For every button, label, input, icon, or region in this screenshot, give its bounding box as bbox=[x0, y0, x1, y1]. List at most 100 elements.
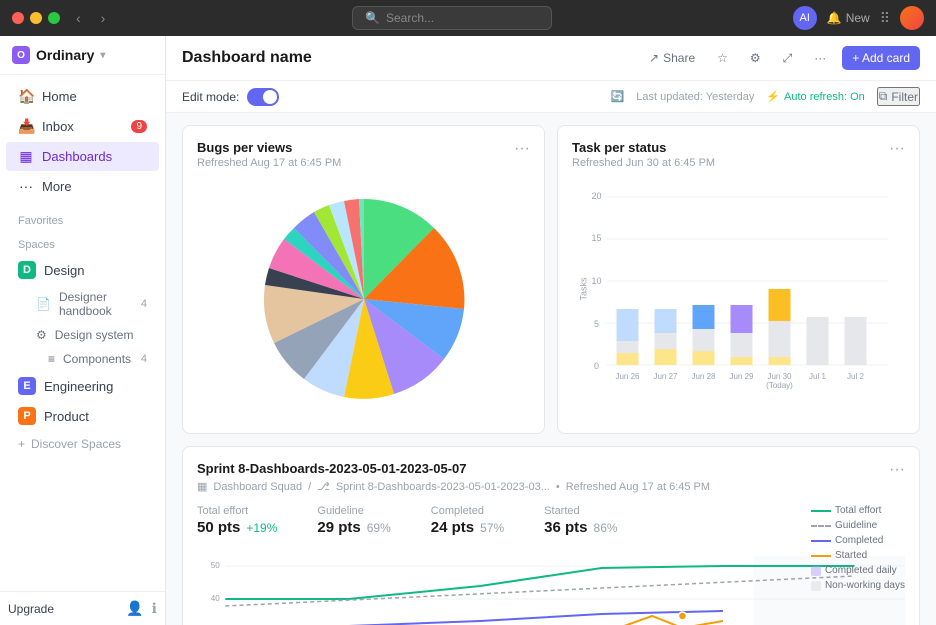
search-icon: 🔍 bbox=[365, 11, 380, 25]
sprint-meta: ▦ Dashboard Squad / ⎇ Sprint 8-Dashboard… bbox=[197, 480, 710, 493]
ai-badge[interactable]: AI bbox=[793, 6, 817, 30]
more-options-button[interactable]: ··· bbox=[808, 47, 832, 69]
auto-refresh-label: Auto refresh: On bbox=[784, 91, 865, 103]
sidebar-item-design[interactable]: D Design bbox=[6, 256, 159, 284]
nav-forward-button[interactable]: › bbox=[95, 8, 112, 28]
chevron-down-icon: ▾ bbox=[100, 50, 105, 61]
stat-completed-change: 57% bbox=[480, 521, 504, 535]
refresh-icon: 🔄 bbox=[611, 90, 625, 103]
upgrade-button[interactable]: Upgrade bbox=[8, 602, 54, 616]
legend-total-effort: Total effort bbox=[811, 505, 905, 516]
more-label: More bbox=[42, 179, 72, 194]
close-button[interactable] bbox=[12, 12, 24, 24]
bugs-chart-title: Bugs per views bbox=[197, 140, 341, 155]
user-icon[interactable]: 👤 bbox=[126, 600, 143, 617]
legend-non-working-box bbox=[811, 581, 821, 591]
task-chart-subtitle: Refreshed Jun 30 at 6:45 PM bbox=[572, 157, 715, 169]
star-button[interactable]: ☆ bbox=[711, 47, 734, 69]
settings-icon: ⚙ bbox=[36, 328, 47, 342]
task-chart-title: Task per status bbox=[572, 140, 715, 155]
stat-completed: Completed 24 pts 57% bbox=[431, 505, 504, 536]
home-icon: 🏠 bbox=[18, 88, 34, 105]
edit-mode-label: Edit mode: bbox=[182, 90, 239, 104]
main-header: Dashboard name ↗ Share ☆ ⚙ ⤢ ··· + bbox=[166, 36, 936, 81]
discover-spaces[interactable]: + Discover Spaces bbox=[6, 432, 159, 456]
legend-completed-daily-box bbox=[811, 566, 821, 576]
sidebar-item-components[interactable]: ≡ Components 4 bbox=[6, 348, 159, 370]
dashboard-title: Dashboard name bbox=[182, 49, 312, 67]
toolbar: Edit mode: 🔄 Last updated: Yesterday ⚡ A… bbox=[166, 81, 936, 113]
gear-icon: ⚙ bbox=[750, 51, 761, 65]
expand-button[interactable]: ⤢ bbox=[777, 47, 799, 70]
new-button[interactable]: 🔔 New bbox=[827, 11, 870, 25]
svg-text:0: 0 bbox=[594, 361, 599, 371]
share-icon: ↗ bbox=[649, 51, 659, 65]
settings-button[interactable]: ⚙ bbox=[744, 47, 767, 69]
share-button[interactable]: ↗ Share bbox=[643, 47, 701, 69]
sidebar-item-more[interactable]: ··· More bbox=[6, 172, 159, 200]
sprint-separator: • bbox=[556, 481, 560, 493]
bar-jun29-purple bbox=[731, 305, 753, 333]
nav-back-button[interactable]: ‹ bbox=[70, 8, 87, 28]
filter-button[interactable]: ⧉ Filter bbox=[877, 87, 920, 106]
app-layout: O Ordinary ▾ 🏠 Home 📥 Inbox 9 ▦ Dashboar… bbox=[0, 36, 936, 625]
bar-jun30-yellow bbox=[769, 357, 791, 365]
toggle-switch[interactable] bbox=[247, 88, 279, 106]
svg-text:Jun 28: Jun 28 bbox=[691, 372, 716, 381]
search-bar[interactable]: 🔍 Search... bbox=[352, 6, 552, 30]
svg-text:Jul 2: Jul 2 bbox=[847, 372, 864, 381]
sprint-branch-icon: ⎇ bbox=[317, 480, 330, 493]
stat-started-label: Started bbox=[544, 505, 617, 517]
svg-text:Tasks: Tasks bbox=[579, 277, 589, 301]
sidebar-item-engineering[interactable]: E Engineering bbox=[6, 372, 159, 400]
sprint-stats: Total effort 50 pts +19% Guideline 29 pt… bbox=[197, 505, 618, 536]
legend-started: Started bbox=[811, 550, 905, 561]
bar-jun29-yellow bbox=[731, 357, 753, 365]
sidebar-item-dashboards[interactable]: ▦ Dashboards bbox=[6, 142, 159, 171]
sidebar-item-inbox[interactable]: 📥 Inbox 9 bbox=[6, 112, 159, 141]
legend-completed: Completed bbox=[811, 535, 905, 546]
window-controls bbox=[12, 12, 60, 24]
product-space-icon: P bbox=[18, 407, 36, 425]
design-label: Design bbox=[44, 263, 84, 278]
started-dot bbox=[678, 612, 686, 620]
task-chart-more-button[interactable]: ··· bbox=[889, 140, 905, 158]
task-bar-chart: 20 15 10 5 0 Tasks bbox=[572, 179, 905, 419]
sidebar-item-product[interactable]: P Product bbox=[6, 402, 159, 430]
sidebar-item-home[interactable]: 🏠 Home bbox=[6, 82, 159, 111]
components-label: Components bbox=[63, 352, 131, 366]
stat-started-change: 86% bbox=[594, 521, 618, 535]
legend-completed-label: Completed bbox=[835, 535, 883, 546]
stat-guideline: Guideline 29 pts 69% bbox=[317, 505, 390, 536]
sprint-meta2: Sprint 8-Dashboards-2023-05-01-2023-03..… bbox=[336, 481, 550, 493]
svg-text:Jun 27: Jun 27 bbox=[653, 372, 678, 381]
legend-non-working: Non-working days bbox=[811, 580, 905, 591]
bar-jun26-yellow bbox=[617, 353, 639, 365]
maximize-button[interactable] bbox=[48, 12, 60, 24]
titlebar: ‹ › 🔍 Search... AI 🔔 New ⠿ bbox=[0, 0, 936, 36]
sidebar-item-design-system[interactable]: ⚙ Design system bbox=[6, 324, 159, 346]
bugs-chart-more-button[interactable]: ··· bbox=[514, 140, 530, 158]
main-content: Dashboard name ↗ Share ☆ ⚙ ⤢ ··· + bbox=[166, 36, 936, 625]
sidebar-logo[interactable]: O Ordinary ▾ bbox=[12, 46, 105, 64]
sprint-line-chart: 50 40 30 bbox=[197, 556, 905, 625]
sprint-more-button[interactable]: ··· bbox=[889, 461, 905, 479]
dashboard-squad-icon: ▦ bbox=[197, 480, 207, 493]
help-icon[interactable]: ℹ bbox=[152, 600, 157, 617]
expand-icon: ⤢ bbox=[783, 51, 793, 66]
sidebar-header: O Ordinary ▾ bbox=[0, 36, 165, 75]
add-card-button[interactable]: + Add card bbox=[842, 46, 920, 70]
legend-guideline-line bbox=[811, 525, 831, 527]
bar-jul1-gray bbox=[807, 317, 829, 365]
avatar[interactable] bbox=[900, 6, 924, 30]
dashboards-label: Dashboards bbox=[42, 149, 112, 164]
sidebar-item-designer-handbook[interactable]: 📄 Designer handbook 4 bbox=[6, 286, 159, 322]
minimize-button[interactable] bbox=[30, 12, 42, 24]
grid-icon[interactable]: ⠿ bbox=[880, 10, 890, 27]
search-text: Search... bbox=[386, 11, 434, 25]
engineering-space-icon: E bbox=[18, 377, 36, 395]
stat-started: Started 36 pts 86% bbox=[544, 505, 617, 536]
stat-total-effort-label: Total effort bbox=[197, 505, 277, 517]
stat-started-value: 36 pts bbox=[544, 519, 587, 536]
auto-refresh-toggle[interactable]: ⚡ Auto refresh: On bbox=[766, 90, 864, 103]
